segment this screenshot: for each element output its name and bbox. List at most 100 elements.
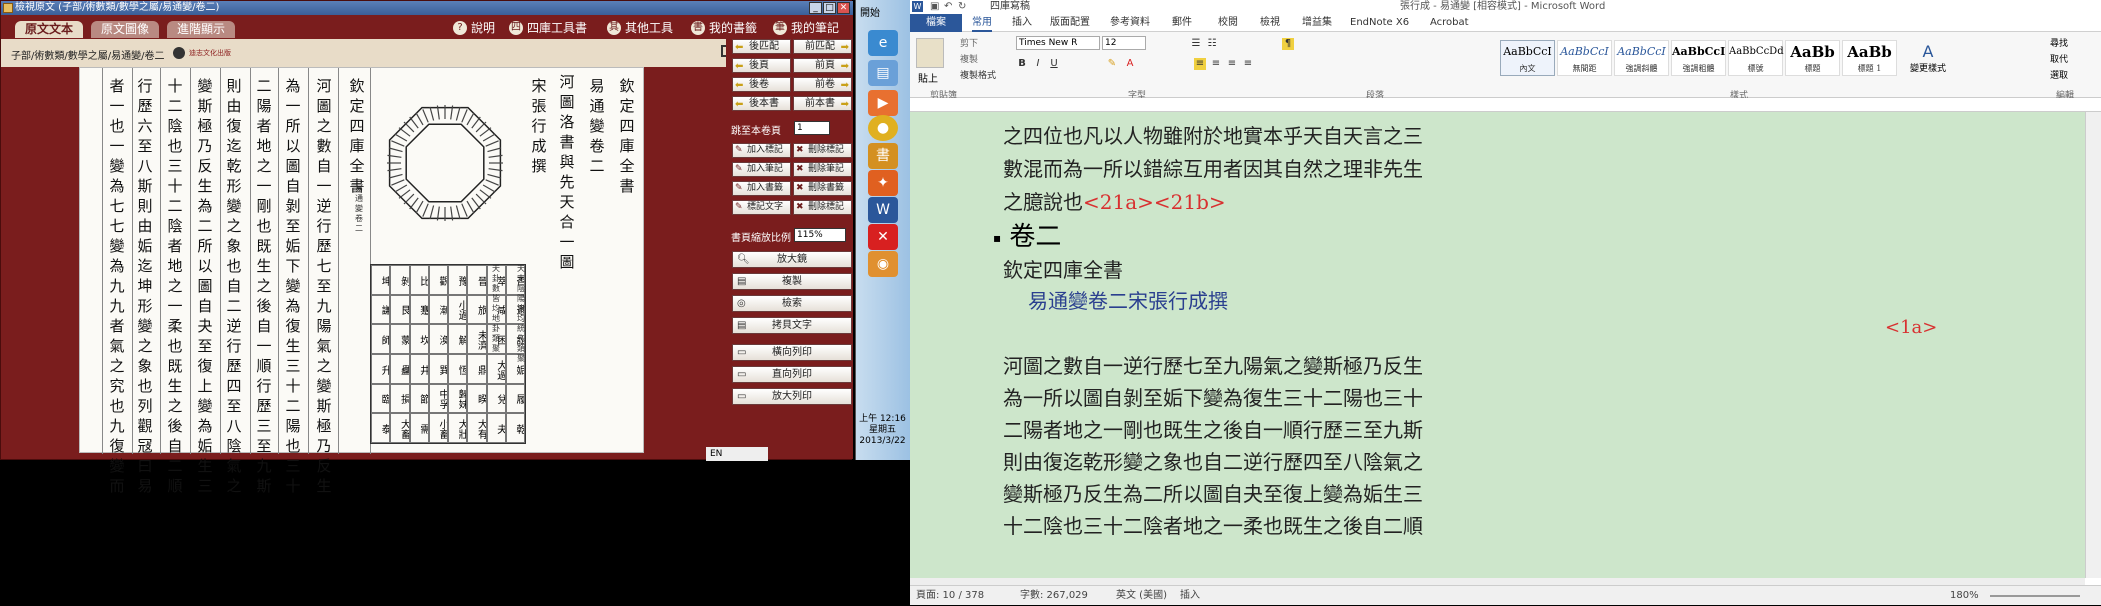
style-no-spacing[interactable]: AaBbCcI 無間距 <box>1557 40 1612 76</box>
ruler[interactable] <box>910 98 2101 112</box>
redo-icon[interactable]: ↻ <box>958 0 966 14</box>
style-emphasis[interactable]: AaBbCcI 強調斜體 <box>1614 40 1669 76</box>
copy-text-button[interactable]: ▤ 拷貝文字 <box>732 317 852 334</box>
show-marks-icon[interactable]: ¶ <box>1282 38 1294 50</box>
chrome-icon[interactable]: ● <box>868 115 898 141</box>
style-normal[interactable]: AaBbCcI 內文 <box>1500 40 1555 76</box>
save-icon[interactable]: ▣ <box>930 0 939 14</box>
language-status[interactable]: 英文 (美國) <box>1116 586 1167 606</box>
horizontal-scrollbar[interactable] <box>910 578 2085 585</box>
italic-icon[interactable]: I <box>1032 58 1044 70</box>
find-button[interactable]: 尋找 <box>2050 36 2068 49</box>
next-book-button[interactable]: ⬅ 後本書 <box>732 96 791 111</box>
tab-home[interactable]: 常用 <box>972 16 992 32</box>
document-page[interactable]: 之四位也凡以人物雖附於地實本乎天自天言之三 數混而為一所以錯綜互用者因其自然之理… <box>935 112 2073 578</box>
font-color-icon[interactable]: A <box>1124 58 1136 70</box>
style-title[interactable]: AaBb 標題 <box>1785 40 1840 76</box>
page-count[interactable]: 頁面: 10 / 378 <box>916 586 984 606</box>
underline-icon[interactable]: U <box>1048 58 1060 70</box>
ie-icon[interactable]: e <box>868 30 898 56</box>
other-tool[interactable]: 其其他工具 <box>607 19 673 37</box>
document-area[interactable]: 之四位也凡以人物雖附於地實本乎天自天言之三 數混而為一所以錯綜互用者因其自然之理… <box>910 112 2085 578</box>
tab-insert[interactable]: 插入 <box>1012 16 1032 30</box>
word-count[interactable]: 字數: 267,029 <box>1020 586 1088 606</box>
next-match-button[interactable]: 前匹配 ➡ <box>793 39 852 54</box>
print-portrait-button[interactable]: ▭ 直向列印 <box>732 366 852 383</box>
magnifier-button[interactable]: 🔍︎ 放大鏡 <box>732 251 852 268</box>
select-button[interactable]: 選取 <box>2050 68 2068 81</box>
prev-book-button[interactable]: 前本書 ➡ <box>793 96 852 111</box>
app-icon-2[interactable]: ◉ <box>868 251 898 277</box>
next-volume-button[interactable]: ⬅ 後卷 <box>732 77 791 92</box>
tab-view[interactable]: 檢視 <box>1260 16 1280 30</box>
tab-addins[interactable]: 增益集 <box>1302 16 1332 30</box>
start-button[interactable]: 開始 <box>860 4 880 19</box>
style-strong[interactable]: AaBbCcI 強調粗體 <box>1671 40 1726 76</box>
paste-icon[interactable] <box>916 38 944 68</box>
delete-mark-button[interactable]: ✖ 刪除標記 <box>793 143 852 158</box>
align-center-icon[interactable]: ≡ <box>1210 58 1222 70</box>
tab-references[interactable]: 參考資料 <box>1110 16 1150 30</box>
tab-acrobat[interactable]: Acrobat <box>1430 16 1469 30</box>
tab-file[interactable]: 檔案 <box>910 14 962 32</box>
word-icon[interactable]: W <box>868 197 898 223</box>
add-mark-button[interactable]: ✎ 加入標記 <box>732 143 791 158</box>
tab-image[interactable]: 原文圖像 <box>91 21 160 38</box>
align-right-icon[interactable]: ≡ <box>1226 58 1238 70</box>
delete-note-button[interactable]: ✖ 刪除筆記 <box>793 162 852 177</box>
font-size-box[interactable]: 12 <box>1102 36 1146 50</box>
format-painter-button[interactable]: 複製格式 <box>960 68 996 81</box>
highlight-icon[interactable]: ✎ <box>1106 58 1118 70</box>
acrobat-icon[interactable]: ✕ <box>868 224 898 250</box>
print-landscape-button[interactable]: ▭ 橫向列印 <box>732 344 852 361</box>
insert-mode[interactable]: 插入 <box>1180 586 1200 606</box>
cut-button[interactable]: 剪下 <box>960 36 978 49</box>
style-numbered[interactable]: AaBbCcDd 標號 <box>1728 40 1784 76</box>
close-icon[interactable]: ✕ <box>837 2 850 14</box>
mark-text-button[interactable]: ✎ 標記文字 <box>732 200 791 215</box>
delete-text-mark-button[interactable]: ✖ 刪除標記 <box>793 200 852 215</box>
search-button[interactable]: ◎ 檢索 <box>732 295 852 312</box>
prev-page-button[interactable]: 前頁 ➡ <box>793 58 852 73</box>
style-heading-1[interactable]: AaBb 標題 1 <box>1842 40 1897 76</box>
jump-select[interactable]: 1 <box>794 121 830 135</box>
media-player-icon[interactable]: ▶ <box>868 90 898 116</box>
maximize-icon[interactable]: □ <box>823 2 836 14</box>
print-enlarged-button[interactable]: ▭ 放大列印 <box>732 388 852 405</box>
minimize-icon[interactable]: _ <box>809 2 822 14</box>
tab-endnote[interactable]: EndNote X6 <box>1350 16 1409 30</box>
replace-button[interactable]: 取代 <box>2050 52 2068 65</box>
notes-tool[interactable]: 筆我的筆記 <box>773 19 839 37</box>
tab-text[interactable]: 原文文本 <box>15 21 84 38</box>
tab-advanced[interactable]: 進階顯示 <box>167 21 236 38</box>
justify-icon[interactable]: ≡ <box>1242 58 1254 70</box>
copy-button[interactable]: 複製 <box>960 52 978 65</box>
bold-icon[interactable]: B <box>1016 58 1028 70</box>
explorer-icon[interactable]: ▤ <box>868 60 898 86</box>
prev-match-button[interactable]: ⬅ 後匹配 <box>732 39 791 54</box>
add-bookmark-button[interactable]: ✎ 加入書籤 <box>732 181 791 196</box>
delete-bookmark-button[interactable]: ✖ 刪除書籤 <box>793 181 852 196</box>
paste-button[interactable]: 貼上 <box>918 70 938 85</box>
language-indicator[interactable]: EN <box>706 447 768 461</box>
undo-icon[interactable]: ↶ <box>944 0 952 14</box>
tab-layout[interactable]: 版面配置 <box>1050 16 1090 30</box>
viewer-app-icon[interactable]: 書 <box>868 143 898 169</box>
quick-style-box[interactable]: 四庫寫稿 <box>990 0 1030 14</box>
prev-volume-button[interactable]: 前卷 ➡ <box>793 77 852 92</box>
add-note-button[interactable]: ✎ 加入筆記 <box>732 162 791 177</box>
tab-review[interactable]: 校閱 <box>1218 16 1238 30</box>
clock[interactable]: 上午 12:16 星期五 2013/3/22 <box>855 414 910 447</box>
change-styles-button[interactable]: A 變更樣式 <box>1910 42 1946 74</box>
bookmarks-tool[interactable]: 書我的書籤 <box>691 19 757 37</box>
vertical-scrollbar[interactable] <box>2085 112 2101 578</box>
zoom-level[interactable]: 180% <box>1950 586 1979 606</box>
butterfly-icon[interactable]: ✦ <box>868 170 898 196</box>
zoom-select[interactable]: 115% <box>794 228 846 242</box>
numbering-icon[interactable]: ☷ <box>1206 38 1218 50</box>
tab-mailings[interactable]: 郵件 <box>1172 16 1192 30</box>
zoom-slider[interactable] <box>1990 595 2080 597</box>
align-left-icon[interactable]: ≡ <box>1194 58 1206 70</box>
bullets-icon[interactable]: ☰ <box>1190 38 1202 50</box>
help-tool[interactable]: ? 說明 <box>453 19 495 37</box>
